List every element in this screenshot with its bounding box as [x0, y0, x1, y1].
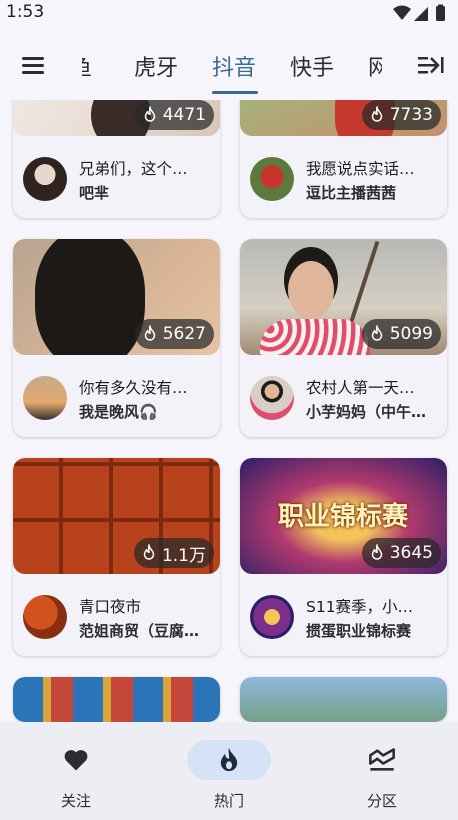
nav-category[interactable]: 分区	[306, 722, 458, 820]
streamer-name: 小芋妈妈（中午…	[306, 403, 427, 421]
room-title: 兄弟们，这个…	[79, 160, 188, 178]
heat-badge: 5627	[134, 319, 214, 349]
flame-icon	[144, 106, 155, 122]
tab-huya[interactable]: 虎牙	[134, 50, 178, 82]
status-bar: 1:53	[0, 0, 458, 26]
tab-kuaishou[interactable]: 快手	[290, 50, 334, 82]
active-tab-indicator	[212, 91, 258, 94]
live-room-card[interactable]: 4471 兄弟们，这个… 吧芈	[13, 100, 220, 218]
nav-hot[interactable]: 热门	[153, 722, 305, 820]
tab-douyin[interactable]: 抖音	[212, 50, 256, 82]
room-thumbnail: 1.1万	[13, 458, 220, 574]
heat-value: 1.1万	[161, 545, 206, 566]
tab-douyu[interactable]: 鱼	[82, 50, 92, 82]
avatar	[250, 595, 294, 639]
streamer-name: 逗比主播茜茜	[306, 184, 397, 202]
room-thumbnail: 5099	[240, 239, 447, 355]
heat-value: 3645	[389, 543, 433, 563]
heart-icon	[64, 750, 88, 771]
heat-value: 5627	[162, 324, 206, 344]
avatar	[250, 157, 294, 201]
live-room-card[interactable]: 5627 你有多久没有… 我是晚风🎧	[13, 239, 220, 437]
heat-badge: 3645	[361, 538, 441, 568]
room-thumbnail	[240, 677, 447, 722]
live-room-card[interactable]: 7733 我愿说点实话… 逗比主播茜茜	[240, 100, 447, 218]
signal-icon	[414, 7, 428, 21]
live-room-card[interactable]	[13, 677, 220, 722]
thumb-banner-text: 职业锦标赛	[277, 502, 408, 532]
avatar	[23, 595, 67, 639]
live-room-card[interactable]: 5099 农村人第一天… 小芋妈妈（中午…	[240, 239, 447, 437]
category-icon	[369, 748, 395, 771]
top-app-bar: 鱼 虎牙 抖音 快手 网	[0, 38, 458, 94]
heat-badge: 5099	[361, 319, 441, 349]
flame-icon	[144, 325, 155, 341]
live-room-card[interactable]: 职业锦标赛 3645 S11赛季，小… 掼蛋职业锦标赛	[240, 458, 447, 656]
flame-icon	[143, 544, 155, 560]
menu-icon	[22, 57, 44, 60]
streamer-name: 掼蛋职业锦标赛	[306, 622, 412, 640]
tab-wangyi[interactable]: 网	[368, 50, 382, 82]
avatar	[250, 376, 294, 420]
room-thumbnail	[13, 677, 220, 722]
room-title: 农村人第一天…	[306, 379, 415, 397]
streamer-name: 范姐商贸（豆腐…	[79, 622, 200, 640]
menu-button[interactable]	[18, 50, 48, 80]
bottom-navigation: 关注 热门 分区	[0, 722, 458, 820]
nav-label: 热门	[213, 792, 244, 810]
live-room-card[interactable]: 1.1万 青口夜市 范姐商贸（豆腐…	[13, 458, 220, 656]
room-thumbnail: 4471	[13, 100, 220, 136]
status-time: 1:53	[6, 2, 45, 22]
live-room-grid[interactable]: 4471 兄弟们，这个… 吧芈 7733 我愿说点实话… 逗比主播茜茜 5627	[0, 100, 458, 722]
nav-follow[interactable]: 关注	[0, 722, 152, 820]
platform-tabs: 鱼 虎牙 抖音 快手 网	[82, 38, 382, 94]
status-icons	[393, 4, 445, 21]
expand-right-icon[interactable]	[416, 52, 446, 78]
room-title: 你有多久没有…	[79, 379, 188, 397]
heat-badge: 4471	[134, 100, 214, 130]
avatar	[23, 157, 67, 201]
avatar	[23, 376, 67, 420]
flame-icon	[371, 106, 382, 122]
room-title: 青口夜市	[79, 598, 142, 616]
room-thumbnail: 5627	[13, 239, 220, 355]
heat-value: 4471	[162, 105, 206, 125]
nav-label: 分区	[366, 792, 397, 810]
room-title: 我愿说点实话…	[306, 160, 415, 178]
room-title: S11赛季，小…	[306, 598, 414, 616]
heat-value: 5099	[389, 324, 433, 344]
streamer-name: 吧芈	[79, 184, 110, 202]
room-thumbnail: 7733	[240, 100, 447, 136]
live-room-card[interactable]	[240, 677, 447, 722]
flame-icon	[371, 544, 382, 560]
heat-value: 7733	[389, 105, 433, 125]
flame-icon	[220, 747, 238, 772]
flame-icon	[371, 325, 382, 341]
battery-icon	[436, 6, 445, 21]
heat-badge: 1.1万	[133, 538, 214, 568]
room-thumbnail: 职业锦标赛 3645	[240, 458, 447, 574]
streamer-name: 我是晚风🎧	[79, 403, 158, 421]
heat-badge: 7733	[361, 100, 441, 130]
nav-label: 关注	[60, 792, 91, 810]
wifi-icon	[393, 5, 411, 20]
